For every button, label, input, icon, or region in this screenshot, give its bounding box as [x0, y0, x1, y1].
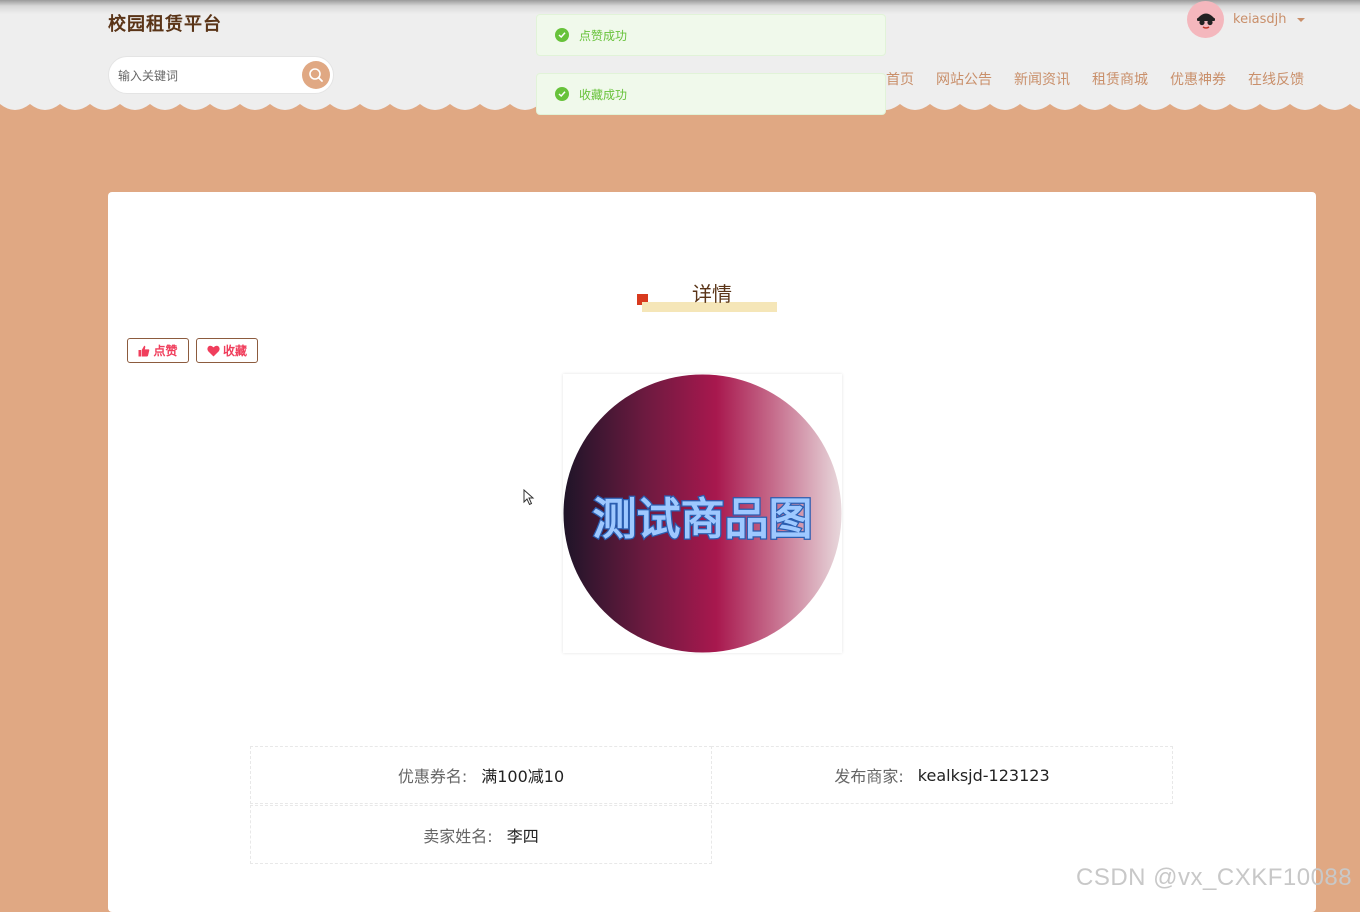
- search-box: [108, 56, 334, 94]
- merchant-cell: 发布商家: kealksjd-123123: [711, 746, 1173, 804]
- nav-announcements[interactable]: 网站公告: [936, 69, 992, 89]
- mouse-cursor-icon: [523, 489, 535, 506]
- search-button[interactable]: [302, 61, 330, 89]
- heart-icon: [207, 345, 220, 356]
- seller-name-cell: 卖家姓名: 李四: [250, 805, 712, 864]
- caret-down-icon: [1296, 17, 1305, 22]
- collect-label: 收藏: [222, 344, 247, 358]
- search-icon: [309, 68, 323, 82]
- toast-text: 收藏成功: [579, 87, 628, 102]
- nav-feedback[interactable]: 在线反馈: [1248, 69, 1304, 89]
- collect-button[interactable]: 收藏: [196, 338, 258, 363]
- check-circle-icon: [555, 28, 569, 42]
- toast-like-success: 点赞成功: [536, 14, 886, 56]
- product-image-text: 测试商品图: [593, 494, 813, 545]
- coupon-name-value: 满100减10: [481, 767, 565, 786]
- coupon-name-label: 优惠券名:: [397, 767, 468, 786]
- toast-text: 点赞成功: [579, 28, 628, 43]
- product-image: 测试商品图: [563, 374, 842, 653]
- seller-name-value: 李四: [506, 826, 539, 846]
- avatar: [1187, 1, 1224, 38]
- merchant-label: 发布商家:: [834, 767, 904, 786]
- avatar-face-icon: [1196, 13, 1215, 29]
- toast-collect-success: 收藏成功: [536, 73, 886, 115]
- username: keiasdjh: [1233, 12, 1287, 27]
- nav-news[interactable]: 新闻资讯: [1014, 69, 1070, 89]
- coupon-name-cell: 优惠券名: 满100减10: [250, 746, 712, 804]
- site-title: 校园租赁平台: [108, 14, 222, 35]
- info-table: 优惠券名: 满100减10 发布商家: kealksjd-123123 卖家姓名…: [250, 746, 1173, 864]
- nav-coupons[interactable]: 优惠神券: [1170, 69, 1226, 89]
- merchant-value: kealksjd-123123: [917, 765, 1050, 785]
- like-button[interactable]: 点赞: [127, 338, 189, 363]
- nav-home[interactable]: 首页: [886, 69, 914, 89]
- thumbs-up-icon: [138, 345, 150, 356]
- search-input[interactable]: [116, 66, 300, 86]
- user-menu[interactable]: keiasdjh: [1187, 1, 1305, 38]
- like-label: 点赞: [153, 344, 178, 358]
- seller-name-label: 卖家姓名:: [423, 826, 493, 846]
- nav-rental-mall[interactable]: 租赁商城: [1092, 69, 1148, 89]
- page-title: 详情: [692, 282, 732, 306]
- main-nav: 首页 网站公告 新闻资讯 租赁商城 优惠神券 在线反馈: [886, 69, 1304, 89]
- check-circle-icon: [555, 87, 569, 101]
- watermark: CSDN @vx_CXKF10088: [1076, 864, 1353, 891]
